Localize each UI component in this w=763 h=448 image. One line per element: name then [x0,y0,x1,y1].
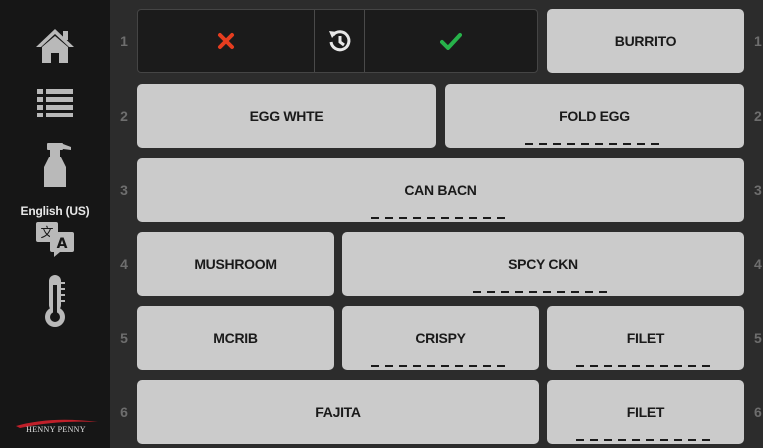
menu-list-icon[interactable] [0,84,110,120]
timer-dash-indicator [370,365,511,367]
key-label: MCRIB [213,330,258,346]
key-label: SPCY CKN [508,256,578,272]
timer-dash-indicator [575,365,716,367]
row-number: 5 [120,330,128,346]
row-number: 1 [120,33,128,49]
key-label: FAJITA [315,404,361,420]
thermometer-icon[interactable] [0,272,110,330]
key-label: FILET [626,404,665,420]
key-label: MUSHROOM [194,256,277,272]
product-key-egg-white[interactable]: EGG WHTE [137,84,436,148]
key-label: CRISPY [415,330,466,346]
key-label: FILET [626,330,665,346]
product-key-crispy[interactable]: CRISPY [342,306,539,370]
confirm-button[interactable] [365,10,537,72]
history-button[interactable] [315,10,364,72]
row-number: 6 [120,404,128,420]
timer-dash-indicator [370,217,511,219]
key-label: EGG WHTE [249,108,324,124]
cancel-x-icon [218,33,234,49]
key-label: CAN BACN [404,182,477,198]
product-key-fajita[interactable]: FAJITA [137,380,539,444]
product-key-burrito[interactable]: BURRITO [547,9,744,73]
row-number: 3 [754,182,762,198]
home-icon[interactable] [0,26,110,66]
timer-dash-indicator [473,291,613,293]
language-label: English (US) [20,204,90,218]
row-number: 2 [754,108,762,124]
product-key-mushroom[interactable]: MUSHROOM [137,232,334,296]
product-key-fold-egg[interactable]: FOLD EGG [445,84,744,148]
brand-logo-text: HENNY PENNY [26,425,86,434]
row-number: 3 [120,182,128,198]
product-key-spicy-chicken[interactable]: SPCY CKN [342,232,744,296]
product-key-filet[interactable]: FILET [547,306,744,370]
row-number: 4 [754,256,762,272]
product-key-filet[interactable]: FILET [547,380,744,444]
product-key-can-bacon[interactable]: CAN BACN [137,158,744,222]
row-number: 6 [754,404,762,420]
key-label: BURRITO [614,33,677,49]
confirm-check-icon [440,33,462,50]
row-number: 4 [120,256,128,272]
translate-icon[interactable]: 文 A [0,220,110,258]
spray-bottle-icon[interactable] [0,140,110,190]
row-number: 5 [754,330,762,346]
product-key-mcrib[interactable]: MCRIB [137,306,334,370]
timer-dash-indicator [524,143,665,145]
cancel-button[interactable] [138,10,314,72]
sidebar: English (US) 文 A HENNY PENNY [0,0,110,448]
control-bar [137,9,538,73]
row-number: 1 [754,33,762,49]
history-icon [328,30,350,52]
key-label: FOLD EGG [559,108,630,124]
svg-text:A: A [57,236,68,252]
row-number: 2 [120,108,128,124]
timer-dash-indicator [575,439,716,441]
